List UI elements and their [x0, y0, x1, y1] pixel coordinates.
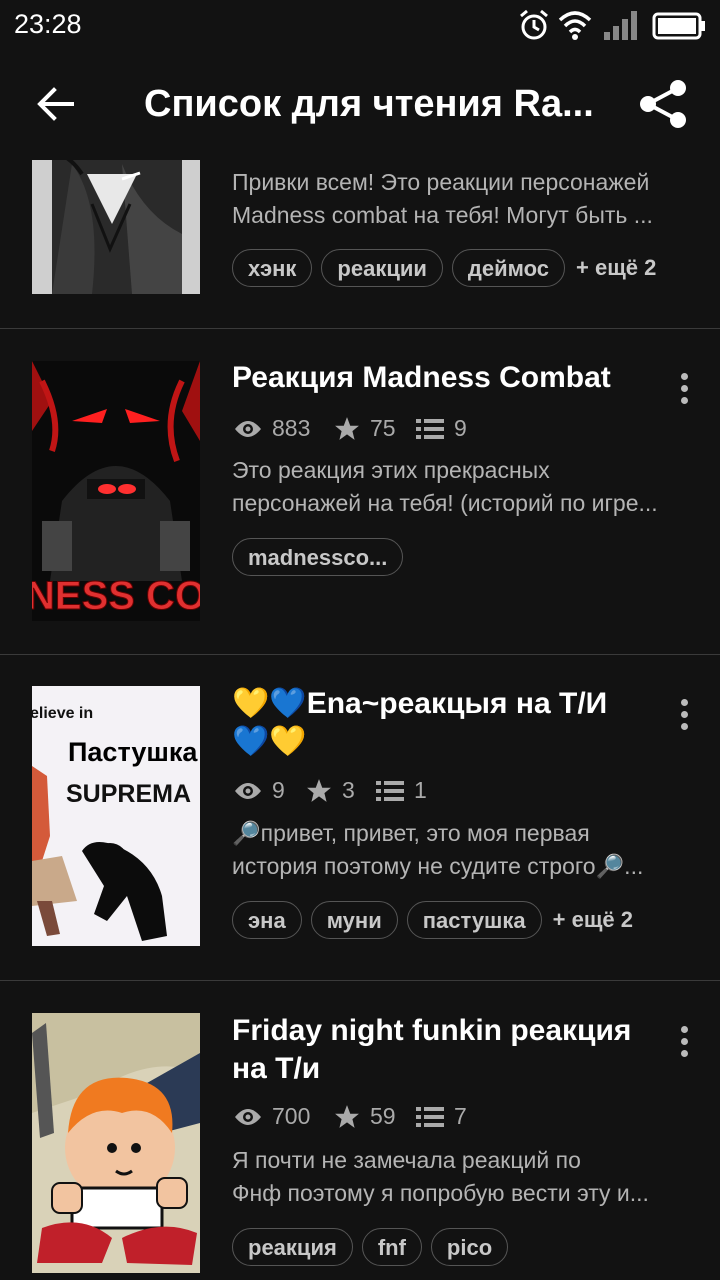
share-icon: [640, 80, 686, 128]
eye-icon: [235, 1108, 261, 1125]
cover-text: elieve in: [32, 705, 93, 722]
tag-chip[interactable]: fnf: [361, 1228, 422, 1266]
story-description: Я почти не замечала реакций по Фнф поэто…: [232, 1147, 649, 1206]
tag-chip[interactable]: хэнк: [232, 249, 313, 287]
tag-chip[interactable]: pico: [430, 1228, 509, 1266]
tag-list: хэнк реакции деймос + ещё 2: [232, 248, 656, 288]
tag-chip[interactable]: деймос: [451, 249, 565, 287]
tag-chip[interactable]: madnessco...: [232, 538, 404, 576]
story-cover: [32, 1013, 200, 1273]
story-title: 💛💙Ena~реакцыя на Т/И 💙💛: [232, 687, 608, 758]
eye-icon: [235, 420, 261, 437]
tag-list: реакция fnf pico: [232, 1227, 517, 1267]
stars-stat: 59: [334, 1103, 396, 1130]
status-time: 23:28: [14, 9, 82, 39]
app-bar: Список для чтения Ra...: [0, 50, 720, 160]
story-cover: [32, 160, 200, 294]
back-button[interactable]: [34, 82, 78, 126]
story-list: Привки всем! Это реакции персонажей Madn…: [0, 160, 720, 1280]
tag-chip[interactable]: пастушка: [406, 901, 542, 939]
story-item[interactable]: Привки всем! Это реакции персонажей Madn…: [0, 160, 720, 328]
views-stat: 883: [234, 415, 310, 442]
star-icon: [335, 1104, 359, 1128]
list-icon: [416, 418, 444, 439]
cover-text: NESS COM: [32, 574, 200, 618]
list-icon: [376, 780, 404, 801]
tag-chip[interactable]: реакция: [232, 1228, 353, 1266]
tag-chip[interactable]: эна: [232, 901, 302, 939]
star-icon: [307, 778, 331, 802]
stars-stat: 75: [334, 415, 396, 442]
story-description: Это реакция этих прекрасных персонажей н…: [232, 457, 658, 516]
story-title: Friday night funkin реакция на Т/и: [232, 1014, 632, 1085]
story-menu-button[interactable]: [672, 699, 696, 739]
share-button[interactable]: [636, 78, 692, 130]
tag-chip[interactable]: реакции: [321, 249, 443, 287]
story-cover: elieve in Пастушка SUPREMA: [32, 686, 200, 946]
star-icon: [335, 416, 359, 440]
alarm-icon: [520, 9, 548, 40]
battery-icon: [652, 12, 705, 40]
page-title: Список для чтения Ra...: [144, 83, 594, 125]
stars-stat: 3: [306, 777, 355, 804]
views-stat: 700: [234, 1103, 310, 1130]
tag-chip[interactable]: муни: [310, 901, 398, 939]
tag-list: эна муни пастушка + ещё 2: [232, 900, 633, 940]
story-menu-button[interactable]: [672, 1026, 696, 1066]
cover-text: SUPREMA: [66, 780, 191, 808]
parts-stat: 7: [416, 1103, 467, 1130]
story-description: Привки всем! Это реакции персонажей Madn…: [232, 169, 653, 228]
story-description: 🔎привет, привет, это моя первая история …: [232, 820, 644, 879]
story-menu-button[interactable]: [672, 373, 696, 413]
parts-stat: 9: [416, 415, 467, 442]
eye-icon: [235, 782, 261, 799]
story-title: Реакция Madness Combat: [232, 361, 611, 394]
cover-text: Пастушка: [68, 737, 198, 767]
tag-list: madnessco...: [232, 537, 412, 577]
story-cover: NESS COM: [32, 361, 200, 621]
list-icon: [416, 1106, 444, 1127]
wifi-icon: [558, 11, 592, 40]
parts-stat: 1: [376, 777, 427, 804]
signal-icon: [604, 11, 637, 40]
more-tags-link[interactable]: + ещё 2: [553, 907, 633, 933]
views-stat: 9: [234, 777, 285, 804]
more-tags-link[interactable]: + ещё 2: [576, 255, 656, 281]
status-bar: 23:28: [0, 0, 720, 50]
back-arrow-icon: [37, 87, 74, 121]
